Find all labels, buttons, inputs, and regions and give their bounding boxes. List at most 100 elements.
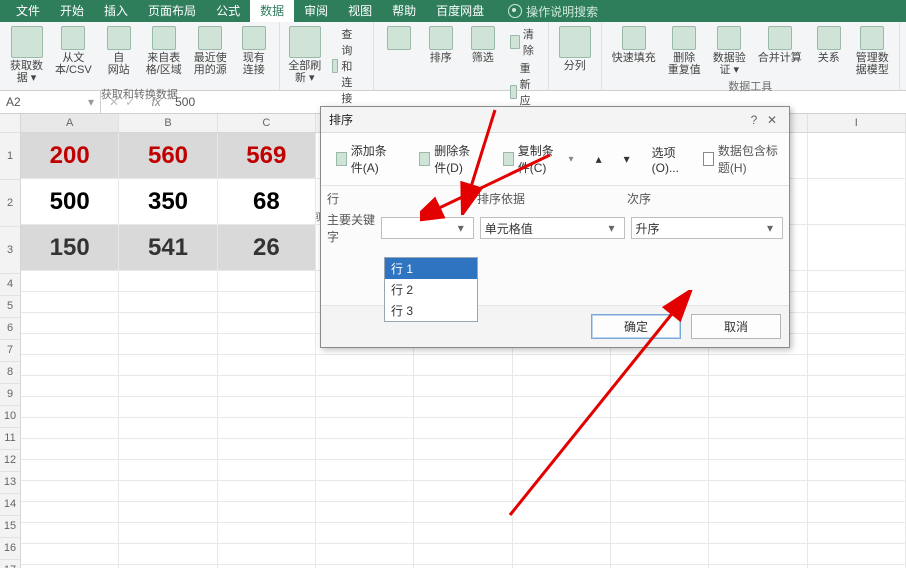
row-header-6[interactable]: 6 [0,318,20,340]
sort-order-combo[interactable]: 升序▾ [631,217,784,239]
rb-flashfill[interactable]: 快速填充 [606,24,662,66]
cell-A1[interactable]: 200 [21,133,119,179]
add-icon [336,152,347,166]
col-header-C[interactable]: C [218,114,316,132]
rb-existing[interactable]: 现有 连接 [233,24,275,78]
row-header-14[interactable]: 14 [0,494,20,516]
row-header-8[interactable]: 8 [0,362,20,384]
row-header-13[interactable]: 13 [0,472,20,494]
name-box[interactable]: A2▾ [0,91,101,113]
row-header-10[interactable]: 10 [0,406,20,428]
rb-refreshall[interactable]: 全部刷 新 ▾ [284,24,326,86]
menu-review[interactable]: 审阅 [294,0,338,22]
move-up-button[interactable]: ▴ [587,149,611,169]
rb-fromweb[interactable]: 自 网站 [98,24,140,78]
menu-insert[interactable]: 插入 [94,0,138,22]
cell-C3[interactable]: 26 [218,225,316,271]
menu-data[interactable]: 数据 [250,0,294,22]
cell-A2[interactable]: 500 [21,179,119,225]
sort-basis-combo[interactable]: 单元格值▾ [480,217,625,239]
flashfill-icon [622,26,646,50]
sort-col-header: 行 [327,190,477,207]
chevron-down-icon: ▾ [453,221,469,235]
cell-C2[interactable]: 68 [218,179,316,225]
existing-icon [242,26,266,50]
rb-consolidate[interactable]: 合并计算 [752,24,808,66]
menu-view[interactable]: 视图 [338,0,382,22]
col-header-I[interactable]: I [808,114,906,132]
add-level-button[interactable]: 添加条件(A) [327,139,406,179]
help-icon[interactable]: ? [745,113,763,127]
menu-file[interactable]: 文件 [6,0,50,22]
cell-B1[interactable]: 560 [119,133,217,179]
cell-B3[interactable]: 541 [119,225,217,271]
rb-datamodel[interactable]: 管理数 据模型 [850,24,895,78]
row-header-2[interactable]: 2 [0,180,20,227]
cell-A3[interactable]: 150 [21,225,119,271]
dropdown-item-row1[interactable]: 行 1 [385,258,477,279]
row-header-9[interactable]: 9 [0,384,20,406]
cell-B2[interactable]: 350 [119,179,217,225]
ok-button[interactable]: 确定 [591,314,681,339]
rb-sort[interactable]: 排序 [420,24,462,66]
row-header-1[interactable]: 1 [0,133,20,180]
rb-queries[interactable]: 查询和连接 [332,26,363,106]
sortasc-icon [387,26,411,50]
cancel-fx-icon[interactable]: ✕ [109,95,119,109]
options-button[interactable]: 选项(O)... [643,141,699,178]
dropdown-item-row2[interactable]: 行 2 [385,279,477,300]
cancel-button[interactable]: 取消 [691,314,781,339]
row-header-16[interactable]: 16 [0,538,20,560]
filter-icon [471,26,495,50]
row-headers: 1 2 3 4 5 6 7 8 9 10 11 12 13 14 15 16 1… [0,114,21,568]
web-icon [107,26,131,50]
row-header-15[interactable]: 15 [0,516,20,538]
move-down-button[interactable]: ▾ [615,149,639,169]
sort-row-dropdown: 行 1 行 2 行 3 [384,257,478,322]
rb-recent[interactable]: 最近使 用的源 [188,24,233,78]
col-header-A[interactable]: A [21,114,119,132]
sort-basis-header: 排序依据 [477,190,627,207]
rb-fromtable[interactable]: 来自表 格/区域 [140,24,188,78]
cell-C1[interactable]: 569 [218,133,316,179]
menu-home[interactable]: 开始 [50,0,94,22]
enter-fx-icon[interactable]: ✓ [125,95,135,109]
menu-help[interactable]: 帮助 [382,0,426,22]
rb-clear[interactable]: 清除 [510,26,538,58]
op-search[interactable]: 操作说明搜索 [508,3,598,20]
rb-texttocol[interactable]: 分列 [553,24,597,74]
delete-icon [419,152,430,166]
rb-relations[interactable]: 关系 [808,24,850,66]
ribbon: 获取数 据 ▾ 从文 本/CSV 自 网站 来自表 格/区域 最近使 用的源 现… [0,22,906,91]
rb-datavalid[interactable]: 数据验 证 ▾ [707,24,752,78]
sort-row-combo[interactable]: ▾ [381,217,474,239]
row-header-17[interactable]: 17 [0,560,20,568]
menu-baidu[interactable]: 百度网盘 [426,0,494,22]
col-header-B[interactable]: B [119,114,217,132]
up-icon: ▴ [596,152,602,166]
rb-getdata[interactable]: 获取数 据 ▾ [4,24,49,86]
row-header-5[interactable]: 5 [0,296,20,318]
menu-formula[interactable]: 公式 [206,0,250,22]
consolidate-icon [768,26,792,50]
delete-level-button[interactable]: 删除条件(D) [410,139,490,179]
rb-fromcsv[interactable]: 从文 本/CSV [49,24,98,78]
row-header-4[interactable]: 4 [0,274,20,296]
row-header-7[interactable]: 7 [0,340,20,362]
copy-level-button[interactable]: 复制条件(C)▾ [494,139,582,179]
row-header-11[interactable]: 11 [0,428,20,450]
row-header-12[interactable]: 12 [0,450,20,472]
close-icon[interactable]: ✕ [763,113,781,127]
chevron-down-icon: ▾ [762,221,778,235]
row-header-3[interactable]: 3 [0,227,20,274]
op-search-label: 操作说明搜索 [526,3,598,20]
dialog-title: 排序 [329,111,745,128]
rb-filter[interactable]: 筛选 [462,24,504,66]
rb-sortasc[interactable] [378,24,420,54]
has-header-checkbox[interactable]: 数据包含标题(H) [703,142,783,176]
dropdown-item-row3[interactable]: 行 3 [385,300,477,321]
menu-layout[interactable]: 页面布局 [138,0,206,22]
fx-icon[interactable]: fx [143,95,169,109]
rb-removedup[interactable]: 删除 重复值 [662,24,707,78]
datamodel-icon [860,26,884,50]
